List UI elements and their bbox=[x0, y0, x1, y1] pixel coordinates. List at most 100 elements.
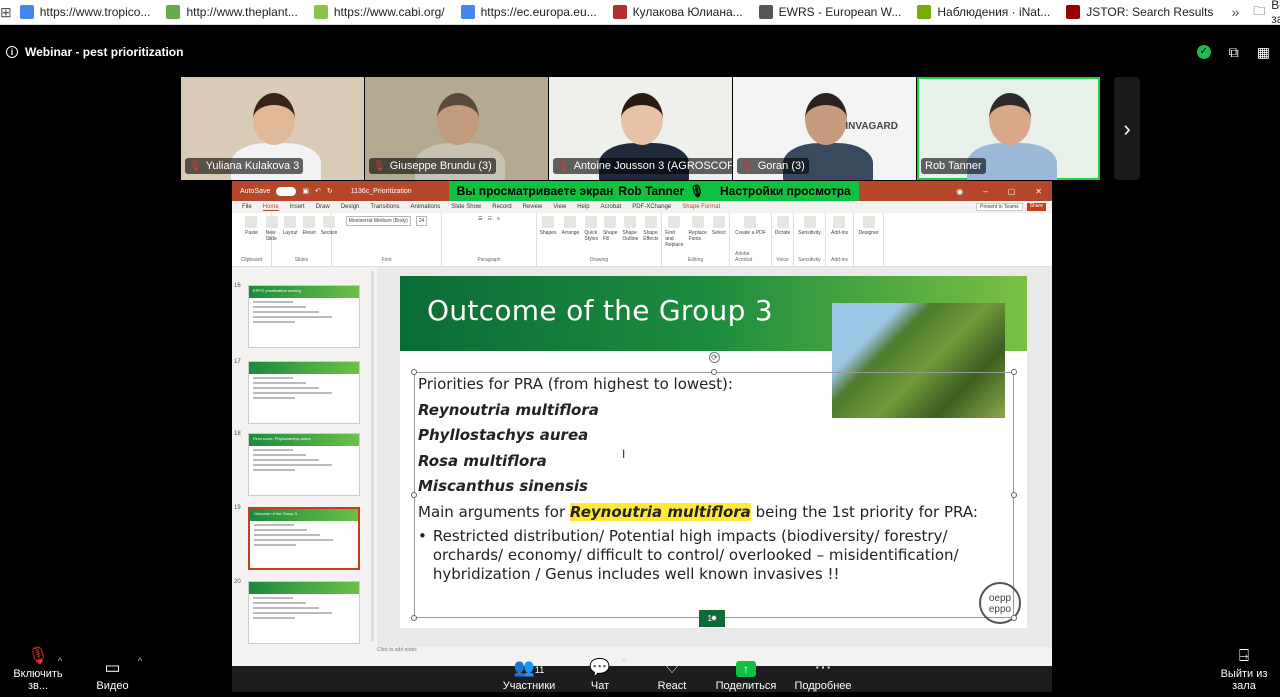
bookmark-item[interactable]: https://www.cabi.org/ bbox=[306, 0, 453, 25]
video-button[interactable]: ▭ Видео bbox=[90, 656, 135, 692]
ppt-menu-tab[interactable]: Animations bbox=[411, 204, 441, 210]
ribbon-button[interactable]: Reset bbox=[303, 216, 316, 236]
chat-caret-icon[interactable]: ^ bbox=[622, 656, 626, 666]
apps-grid-icon[interactable]: ⊞ bbox=[0, 0, 12, 25]
ribbon-button[interactable]: Dictate bbox=[775, 216, 790, 236]
bookmark-item[interactable]: Кулакова Юлиана... bbox=[605, 0, 751, 25]
ribbon-button[interactable]: Shape Fill bbox=[603, 216, 617, 242]
ppt-menu-tab[interactable]: Record bbox=[492, 204, 511, 210]
participant-tile[interactable]: 🎙 Giuseppe Brundu (3) bbox=[365, 77, 548, 180]
align-icon[interactable]: ≡ bbox=[497, 216, 500, 222]
participant-tile[interactable]: 🎙 Antoine Jousson 3 (AGROSCOPE) bbox=[549, 77, 732, 180]
participant-tile[interactable]: Rob Tanner bbox=[917, 77, 1100, 180]
resize-handle[interactable] bbox=[711, 369, 717, 375]
font-size-select[interactable]: 24 bbox=[415, 216, 428, 226]
numbering-icon[interactable]: ☷ bbox=[488, 216, 492, 222]
ribbon-button[interactable]: Shapes bbox=[540, 216, 557, 236]
bullets-icon[interactable]: ☰ bbox=[478, 216, 482, 222]
font-family-select[interactable]: Montserrat Medium (Body) bbox=[345, 216, 411, 226]
resize-handle[interactable] bbox=[411, 492, 417, 498]
close-icon[interactable]: ✕ bbox=[1035, 187, 1042, 196]
ribbon-button[interactable]: Shape Outline bbox=[622, 216, 638, 242]
resize-handle[interactable] bbox=[411, 615, 417, 621]
ribbon-button[interactable]: Shape Effects bbox=[643, 216, 658, 242]
meeting-info-icon[interactable]: i bbox=[6, 46, 18, 58]
bookmark-item[interactable]: EWRS - European W... bbox=[751, 0, 910, 25]
present-in-teams-button[interactable]: Present in Teams bbox=[976, 203, 1023, 211]
bookmark-item[interactable]: Наблюдения · iNat... bbox=[909, 0, 1058, 25]
notes-placeholder[interactable]: Click to add notes bbox=[377, 647, 417, 653]
ribbon-button[interactable]: Paste bbox=[245, 216, 258, 236]
slide-thumbnail[interactable]: Final score: Phyllostachys aurea bbox=[248, 433, 360, 496]
ppt-menu-tab[interactable]: View bbox=[553, 204, 566, 210]
ribbon-button[interactable]: Layout bbox=[283, 216, 298, 236]
ribbon-button[interactable]: Arrange bbox=[562, 216, 579, 236]
minimize-icon[interactable]: – bbox=[983, 187, 987, 196]
participant-tile[interactable]: INVAGARD 🎙 Goran (3) bbox=[733, 77, 916, 180]
ribbon-button[interactable]: Sensitivity bbox=[798, 216, 821, 236]
chat-button[interactable]: 💬 Чат bbox=[583, 656, 617, 692]
ppt-menu-tab[interactable]: Draw bbox=[316, 204, 330, 210]
ribbon-button[interactable]: Designer bbox=[859, 216, 879, 236]
ribbon-button[interactable]: Create a PDF bbox=[735, 216, 766, 236]
audio-caret-icon[interactable]: ^ bbox=[58, 656, 62, 666]
all-bookmarks-button[interactable]: 🗀 Все закладки bbox=[1249, 0, 1280, 26]
resize-handle[interactable] bbox=[711, 615, 717, 621]
ppt-menu-tab[interactable]: Transitions bbox=[370, 204, 399, 210]
participants-icon: 👥 bbox=[513, 658, 535, 677]
ribbon-button[interactable]: New Slide bbox=[265, 216, 278, 242]
resize-handle[interactable] bbox=[1011, 369, 1017, 375]
ppt-menu-tab[interactable]: Insert bbox=[290, 204, 305, 210]
ribbon-button[interactable]: Select bbox=[712, 216, 726, 236]
more-button[interactable]: ⋯ Подробнее bbox=[792, 656, 854, 692]
view-options-button[interactable]: Настройки просмотра bbox=[712, 181, 859, 201]
audio-button[interactable]: 🎙 Включить зв... bbox=[2, 644, 74, 692]
resize-handle[interactable] bbox=[411, 369, 417, 375]
slide-title[interactable]: Outcome of the Group 3 bbox=[427, 294, 773, 327]
react-button[interactable]: ♡ React bbox=[652, 656, 692, 692]
participant-tile[interactable]: 🎙 Yuliana Kulakova 3 bbox=[181, 77, 364, 180]
bookmark-item[interactable]: http://www.theplant... bbox=[158, 0, 305, 25]
slide-thumbnail[interactable] bbox=[248, 361, 360, 424]
user-avatar-icon[interactable]: ◉ bbox=[956, 187, 963, 196]
ppt-menu-tab[interactable]: Home bbox=[262, 204, 279, 211]
slide-thumbnail[interactable]: EPPO prioritization scoring bbox=[248, 285, 360, 348]
leave-button[interactable]: ⍈ Выйти из зала bbox=[1208, 644, 1280, 692]
slide-body-text[interactable]: Priorities for PRA (from highest to lowe… bbox=[418, 372, 1018, 584]
share-screen-button[interactable]: ↑ Поделиться bbox=[712, 656, 780, 692]
ppt-menu-tab[interactable]: Shape Format bbox=[682, 204, 720, 210]
slide-thumbnail[interactable]: Outcome of the Group 3 bbox=[248, 507, 360, 570]
save-icon[interactable]: ▣ bbox=[302, 187, 309, 195]
resize-handle[interactable] bbox=[1011, 615, 1017, 621]
ppt-menu-tab[interactable]: Help bbox=[577, 204, 589, 210]
ppt-menu-tab[interactable]: Review bbox=[523, 204, 543, 210]
more-bookmarks-icon[interactable]: » bbox=[1221, 4, 1249, 20]
ppt-menu-tab[interactable]: Slide Show bbox=[451, 204, 481, 210]
ribbon-button[interactable]: Add-ins bbox=[831, 216, 848, 236]
bookmark-item[interactable]: https://ec.europa.eu... bbox=[453, 0, 605, 25]
maximize-icon[interactable]: ▢ bbox=[1008, 187, 1016, 196]
ribbon-button[interactable]: Find and Replace bbox=[665, 216, 684, 248]
ppt-menu-tab[interactable]: PDF-XChange bbox=[632, 204, 671, 210]
ribbon-button[interactable]: Replace Fonts bbox=[689, 216, 707, 242]
gallery-next-icon[interactable]: › bbox=[1114, 77, 1140, 180]
ppt-menu-tab[interactable]: Design bbox=[341, 204, 360, 210]
resize-handle[interactable] bbox=[1011, 492, 1017, 498]
ppt-share-button[interactable]: Share bbox=[1026, 203, 1046, 211]
redo-icon[interactable]: ↻ bbox=[327, 187, 333, 195]
ribbon-button[interactable]: Quick Styles bbox=[584, 216, 598, 242]
view-grid-icon[interactable]: ▦ bbox=[1257, 44, 1270, 61]
rotate-handle-icon[interactable]: ⟳ bbox=[709, 352, 720, 363]
ppt-menu-tab[interactable]: Acrobat bbox=[601, 204, 622, 210]
switch-view-icon[interactable]: ⧉ bbox=[1229, 44, 1239, 61]
autosave-toggle[interactable] bbox=[276, 186, 297, 196]
undo-icon[interactable]: ↶ bbox=[315, 187, 321, 195]
bookmark-item[interactable]: JSTOR: Search Results bbox=[1058, 0, 1221, 25]
slide-thumbnail[interactable] bbox=[248, 581, 360, 644]
ppt-menu-tab[interactable]: File bbox=[242, 204, 252, 210]
security-shield-icon[interactable]: ✓ bbox=[1196, 45, 1211, 59]
bookmark-item[interactable]: https://www.tropico... bbox=[12, 0, 159, 25]
video-caret-icon[interactable]: ^ bbox=[138, 656, 142, 666]
thumbnail-scrollbar[interactable] bbox=[371, 271, 374, 641]
participants-button[interactable]: 👥11 Участники bbox=[498, 656, 560, 692]
